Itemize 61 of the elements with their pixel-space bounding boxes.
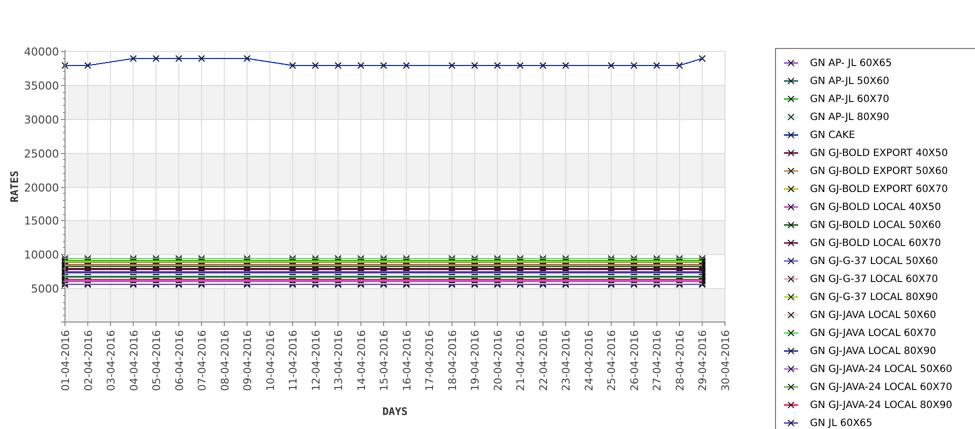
axis-tick-label: 03-04-2016 xyxy=(106,330,118,392)
legend-label: GN GJ-BOLD EXPORT 60X70 xyxy=(810,182,948,196)
legend-label: GN AP- JL 60X65 xyxy=(810,56,892,70)
axis-tick-label: 23-04-2016 xyxy=(560,330,573,392)
legend-label: GN GJ-JAVA-24 LOCAL 50X60 xyxy=(810,362,952,376)
axis-tick-label: 18-04-2016 xyxy=(446,330,459,392)
legend-label: GN GJ-JAVA LOCAL 50X60 xyxy=(810,308,936,322)
axis-tick-label: 5000 xyxy=(31,282,59,296)
legend-label: GN JL 60X65 xyxy=(810,416,872,429)
legend-label: GN GJ-BOLD LOCAL 50X60 xyxy=(810,218,941,232)
axis-tick-label: 29-04-2016 xyxy=(697,330,710,392)
legend-label: GN GJ-JAVA LOCAL 60X70 xyxy=(810,326,936,340)
axis-title: DAYS xyxy=(382,406,408,418)
axis-tick-label: 09-04-2016 xyxy=(242,330,254,392)
axis-tick-label: 28-04-2016 xyxy=(674,330,686,392)
axis-tick-label: 20-04-2016 xyxy=(492,330,504,392)
legend-label: GN AP-JL 50X60 xyxy=(810,74,890,88)
axis-tick-label: 01-04-2016 xyxy=(60,330,72,392)
legend-label: GN AP-JL 60X70 xyxy=(810,92,890,106)
axis-tick-label: 26-04-2016 xyxy=(628,330,641,392)
axis-tick-label: 16-04-2016 xyxy=(401,330,414,392)
legend-label: GN GJ-JAVA-24 LOCAL 80X90 xyxy=(810,398,952,412)
axis-tick-label: 22-04-2016 xyxy=(538,330,550,392)
axis-tick-label: 02-04-2016 xyxy=(82,330,95,392)
legend-label: GN GJ-JAVA LOCAL 80X90 xyxy=(810,344,936,358)
axis-tick-label: 24-04-2016 xyxy=(583,330,596,392)
axis-tick-label: 11-04-2016 xyxy=(288,330,300,392)
legend-label: GN CAKE xyxy=(810,128,856,142)
axis-tick-label: 17-04-2016 xyxy=(424,330,436,392)
axis-tick-label: 40000 xyxy=(24,46,59,58)
legend-label: GN GJ-BOLD LOCAL 40X50 xyxy=(810,200,941,214)
legend-label: GN GJ-BOLD EXPORT 40X50 xyxy=(810,146,948,160)
legend-label: GN GJ-G-37 LOCAL 50X60 xyxy=(810,254,938,268)
axis-tick-label: 21-04-2016 xyxy=(515,330,528,392)
axis-tick-label: 15-04-2016 xyxy=(378,330,391,392)
legend-label: GN GJ-JAVA-24 LOCAL 60X70 xyxy=(810,380,952,394)
legend-label: GN GJ-BOLD EXPORT 50X60 xyxy=(810,164,948,178)
axis-tick-label: 07-04-2016 xyxy=(196,330,209,392)
legend-label: GN AP-JL 80X90 xyxy=(810,110,890,124)
axis-tick-label: 20000 xyxy=(24,182,59,194)
axis-tick-label: 19-04-2016 xyxy=(470,330,482,392)
axis-tick-label: 25-04-2016 xyxy=(606,330,618,392)
axis-tick-label: 30000 xyxy=(24,114,59,126)
axis-tick-label: 35000 xyxy=(24,80,59,92)
axis-tick-label: 05-04-2016 xyxy=(151,330,164,392)
axis-tick-label: 27-04-2016 xyxy=(652,330,664,392)
axis-tick-label: 30-04-2016 xyxy=(720,330,732,392)
axis-tick-label: 14-04-2016 xyxy=(356,330,368,392)
axis-tick-label: 08-04-2016 xyxy=(219,330,232,392)
axis-tick-label: 25000 xyxy=(24,148,59,160)
axis-tick-label: 10000 xyxy=(24,248,59,262)
legend-label: GN GJ-G-37 LOCAL 60X70 xyxy=(810,272,938,286)
axis-tick-label: 04-04-2016 xyxy=(128,330,140,392)
axis-tick-label: 13-04-2016 xyxy=(333,330,346,392)
axis-tick-label: 06-04-2016 xyxy=(174,330,186,392)
axis-title: RATES xyxy=(9,170,21,202)
legend-label: GN GJ-G-37 LOCAL 80X90 xyxy=(810,290,938,304)
axis-tick-label: 10-04-2016 xyxy=(264,330,277,392)
axis-tick-label: 15000 xyxy=(24,214,59,228)
axis-tick-label: 12-04-2016 xyxy=(310,330,322,392)
legend-label: GN GJ-BOLD LOCAL 60X70 xyxy=(810,236,941,250)
